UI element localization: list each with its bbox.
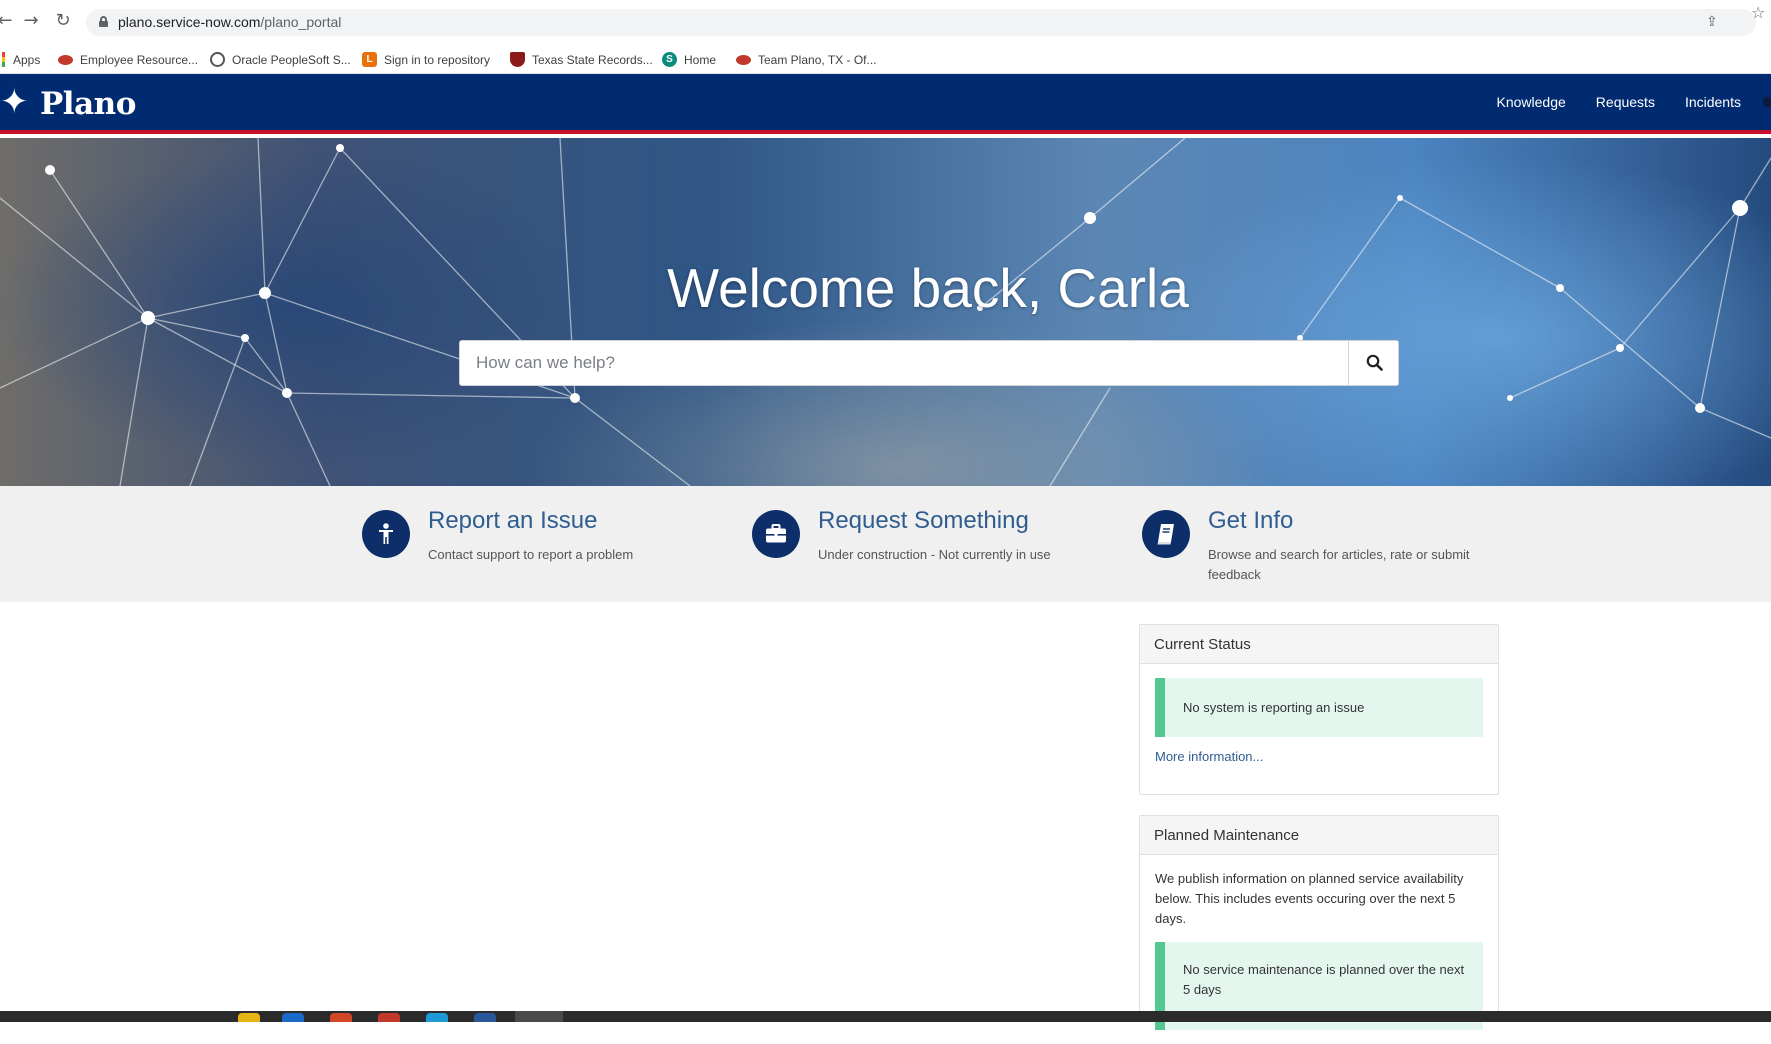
app-taskbar-icon[interactable] <box>378 1013 400 1022</box>
bookmark-label: Oracle PeopleSoft S... <box>232 52 351 67</box>
hero-banner: Welcome back, Carla <box>0 138 1771 486</box>
quick-links-band: Report an Issue Contact support to repor… <box>0 486 1771 602</box>
status-message: No system is reporting an issue <box>1155 678 1483 737</box>
os-taskbar <box>0 1011 1771 1022</box>
bookmark-oracle-peoplesoft[interactable]: Oracle PeopleSoft S... <box>210 45 351 74</box>
edge-taskbar-icon[interactable] <box>282 1013 304 1022</box>
chrome-taskbar-icon-active[interactable] <box>515 1011 563 1022</box>
planned-maintenance-panel: Planned Maintenance We publish informati… <box>1139 815 1499 1030</box>
bookmark-label: Apps <box>13 52 41 67</box>
current-status-panel: Current Status No system is reporting an… <box>1139 624 1499 795</box>
quick-link-description: Browse and search for articles, rate or … <box>1208 547 1470 582</box>
book-icon <box>1142 510 1190 558</box>
quick-link-title[interactable]: Get Info <box>1208 507 1293 535</box>
search-button[interactable] <box>1348 341 1398 385</box>
more-information-link[interactable]: More information... <box>1155 749 1483 764</box>
search-icon <box>1366 354 1383 371</box>
bookmark-home[interactable]: S Home <box>662 45 716 74</box>
forward-arrow-icon[interactable]: → <box>20 10 42 32</box>
app-taskbar-icon[interactable] <box>474 1013 496 1022</box>
bookmark-label: Home <box>684 52 717 67</box>
site-header: ✦ Plano Knowledge Requests Incidents <box>0 74 1771 134</box>
bookmark-star-icon[interactable]: ☆ <box>1751 3 1767 22</box>
l-logo-icon: L <box>362 52 377 67</box>
bookmarks-bar: Apps Employee Resource... Oracle PeopleS… <box>0 45 1771 74</box>
welcome-heading: Welcome back, Carla <box>667 257 1189 319</box>
plano-logo-text[interactable]: Plano <box>40 86 136 122</box>
bookmark-label: Texas State Records... <box>532 52 653 67</box>
bookmark-apps[interactable]: Apps <box>0 45 40 74</box>
bookmark-team-plano[interactable]: Team Plano, TX - Of... <box>736 45 877 74</box>
nav-requests[interactable]: Requests <box>1596 94 1655 110</box>
search-input[interactable] <box>460 341 1349 385</box>
quick-link-title[interactable]: Report an Issue <box>428 507 597 535</box>
maintenance-intro: We publish information on planned servic… <box>1155 871 1464 926</box>
share-icon[interactable]: ⇪ <box>1706 14 1722 30</box>
plano-star-logo-icon[interactable]: ✦ <box>0 84 36 120</box>
bookmark-texas-state-records[interactable]: Texas State Records... <box>510 45 653 74</box>
file-explorer-taskbar-icon[interactable] <box>238 1013 260 1022</box>
nav-knowledge[interactable]: Knowledge <box>1497 94 1566 110</box>
lock-icon <box>99 16 108 27</box>
apps-grid-icon <box>0 52 6 67</box>
url-field[interactable]: plano.service-now.com/plano_portal ⇪ <box>86 9 1756 36</box>
search-bar <box>459 340 1399 386</box>
sharepoint-icon: S <box>662 52 677 67</box>
person-icon <box>362 510 410 558</box>
bookmark-employee-resource[interactable]: Employee Resource... <box>58 45 198 74</box>
url-text: plano.service-now.com/plano_portal <box>118 14 342 30</box>
panel-heading: Current Status <box>1140 625 1498 664</box>
nav-incidents[interactable]: Incidents <box>1685 94 1741 110</box>
app-taskbar-icon[interactable] <box>426 1013 448 1022</box>
bookmark-label: Team Plano, TX - Of... <box>758 52 877 67</box>
tsl-logo-icon <box>510 52 525 67</box>
quick-link-description: Under construction - Not currently in us… <box>818 547 1051 562</box>
panel-heading: Planned Maintenance <box>1140 816 1498 855</box>
quick-link-title[interactable]: Request Something <box>818 507 1029 535</box>
bookmark-sign-in-repository[interactable]: L Sign in to repository <box>362 45 490 74</box>
bookmark-label: Employee Resource... <box>80 52 199 67</box>
top-navigation: Knowledge Requests Incidents <box>1467 74 1771 130</box>
globe-icon <box>210 52 225 67</box>
back-arrow-icon[interactable]: ← <box>0 10 16 32</box>
quick-link-description: Contact support to report a problem <box>428 547 634 562</box>
browser-address-bar: ← → ↻ plano.service-now.com/plano_portal… <box>0 0 1771 45</box>
app-taskbar-icon[interactable] <box>330 1013 352 1022</box>
bookmark-label: Sign in to repository <box>384 52 491 67</box>
nav-overflow-edge <box>1763 97 1771 107</box>
reload-icon[interactable]: ↻ <box>52 10 74 32</box>
briefcase-icon <box>752 510 800 558</box>
cp-logo-icon <box>58 54 73 65</box>
cp-logo-icon <box>736 54 751 65</box>
